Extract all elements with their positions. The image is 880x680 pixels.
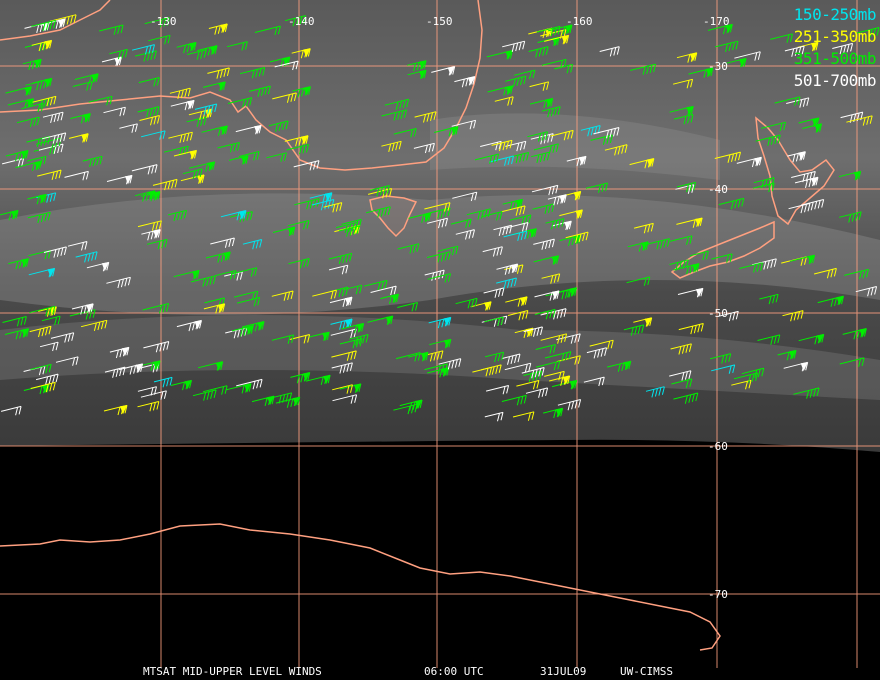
pressure-legend: 150-250mb 251-350mb 351-500mb 501-700mb	[793, 4, 877, 92]
latitude-label: -60	[708, 440, 728, 453]
date-label: 31JUL09	[540, 665, 587, 678]
latitude-label: -50	[708, 307, 728, 320]
source-label: UW-CIMSS	[620, 665, 673, 678]
longitude-label: -130	[150, 15, 177, 28]
longitude-label: -140	[288, 15, 315, 28]
legend-entry-501-700: 501-700mb	[793, 71, 877, 90]
latitude-label: -70	[708, 588, 728, 601]
legend-entry-351-500: 351-500mb	[793, 49, 877, 68]
legend-entry-251-350: 251-350mb	[793, 27, 877, 46]
longitude-label: -170	[703, 15, 730, 28]
product-title: MTSAT MID-UPPER LEVEL WINDS	[143, 665, 322, 678]
longitude-label: -160	[566, 15, 593, 28]
satellite-wind-map: -130 -140 -150 -160 -170 -30 -40 -50 -60…	[0, 0, 880, 668]
antarctica-coastline	[0, 523, 721, 651]
longitude-label: -150	[426, 15, 453, 28]
legend-entry-150-250: 150-250mb	[793, 5, 877, 24]
time-label: 06:00 UTC	[424, 665, 484, 678]
latitude-label: -40	[708, 183, 728, 196]
latitude-label: -30	[708, 60, 728, 73]
